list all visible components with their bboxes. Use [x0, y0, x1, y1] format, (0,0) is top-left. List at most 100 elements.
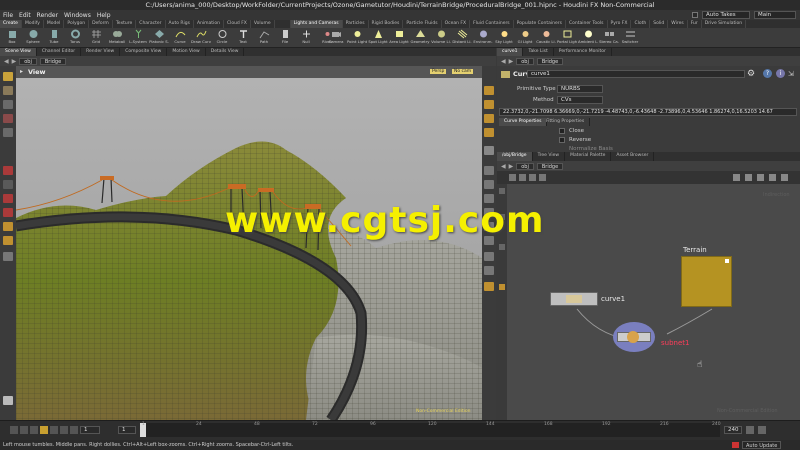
forward-arrow-icon[interactable]: ▶: [509, 163, 514, 170]
tool-file[interactable]: File: [275, 29, 295, 47]
tile-view-icon[interactable]: [519, 174, 526, 181]
tool-gi-light[interactable]: GI Light: [515, 29, 535, 47]
camera-menu[interactable]: No cam: [452, 69, 474, 74]
shelf-tab-drive-simulation[interactable]: Drive Simulation: [702, 20, 747, 28]
primitive-type-dropdown[interactable]: NURBS: [557, 85, 603, 93]
end-frame-field[interactable]: 240: [724, 426, 742, 434]
auto-takes-checkbox[interactable]: [692, 12, 698, 18]
play-reverse-button[interactable]: [30, 426, 38, 434]
shelf-tab-create[interactable]: Create: [0, 20, 22, 28]
help-icon[interactable]: ?: [763, 69, 772, 78]
tab-fitting-properties[interactable]: Fitting Properties: [541, 118, 591, 126]
network-crumb-obj[interactable]: obj: [516, 162, 534, 170]
info-icon[interactable]: [3, 396, 13, 405]
tool-torus[interactable]: Torus: [65, 29, 85, 47]
shelf-tab-particles[interactable]: Particles: [343, 20, 369, 28]
shelf-tab-model[interactable]: Model: [44, 20, 65, 28]
auto-update-dropdown[interactable]: Auto Update: [742, 441, 782, 449]
path-crumb-bridge[interactable]: Bridge: [39, 57, 67, 65]
snap-icon[interactable]: [3, 166, 13, 175]
scale-tool-icon[interactable]: [3, 114, 13, 123]
shelf-tab-character[interactable]: Character: [136, 20, 166, 28]
shelf-tab-animation[interactable]: Animation: [194, 20, 224, 28]
list-view-icon[interactable]: [509, 174, 516, 181]
align-icon[interactable]: [745, 174, 752, 181]
shelf-tab-pyro-fx[interactable]: Pyro FX: [608, 20, 632, 28]
shelf-tab-rigid-bodies[interactable]: Rigid Bodies: [369, 20, 404, 28]
pivot-icon[interactable]: [3, 252, 13, 261]
tool-ambient-light[interactable]: Ambient L.: [578, 29, 598, 47]
tool-switcher[interactable]: Switcher: [620, 29, 640, 47]
shelf-tab-auto-rigs[interactable]: Auto Rigs: [166, 20, 194, 28]
menu-edit[interactable]: Edit: [16, 12, 34, 19]
frame-icon[interactable]: [769, 174, 776, 181]
shelf-tab-lights-cameras[interactable]: Lights and Cameras: [290, 20, 343, 28]
display-options-icon[interactable]: [484, 86, 494, 95]
tab-motion-view[interactable]: Motion View: [167, 48, 206, 56]
start-frame-field[interactable]: 1: [118, 426, 136, 434]
network-tool-icon[interactable]: [499, 188, 505, 194]
step-forward-button[interactable]: [60, 426, 68, 434]
desktop-dropdown[interactable]: Main: [754, 11, 796, 19]
network-option-icon[interactable]: [539, 174, 546, 181]
tool-tube[interactable]: Tube: [44, 29, 64, 47]
tool-sky-light[interactable]: Sky Light: [494, 29, 514, 47]
menu-render[interactable]: Render: [34, 12, 61, 19]
shelf-tab-solid[interactable]: Solid: [650, 20, 669, 28]
shelf-tab-populate-containers[interactable]: Populate Containers: [514, 20, 566, 28]
update-mode-icon[interactable]: [732, 442, 739, 448]
node-curve1[interactable]: [550, 292, 598, 306]
tab-take-list[interactable]: Take List: [523, 48, 554, 56]
reverse-checkbox[interactable]: [559, 137, 565, 143]
tab-composite-view[interactable]: Composite View: [120, 48, 168, 56]
forward-arrow-icon[interactable]: ▶: [509, 58, 514, 65]
coords-field[interactable]: 22.3732,0,-21.7098 6.36669,0,-21.7219 -4…: [499, 108, 797, 116]
info-icon[interactable]: i: [776, 69, 785, 78]
method-dropdown[interactable]: CVs: [557, 96, 603, 104]
back-arrow-icon[interactable]: ◀: [501, 58, 506, 65]
tab-network-obj-bridge[interactable]: /obj/Bridge: [497, 152, 533, 161]
tab-asset-browser[interactable]: Asset Browser: [611, 152, 655, 161]
tool-volume-light[interactable]: Volume Li.: [431, 29, 451, 47]
handle-tool-icon[interactable]: [3, 128, 13, 137]
wireframe-icon[interactable]: [484, 128, 494, 137]
node-terrain[interactable]: [681, 256, 732, 307]
jump-start-button[interactable]: [10, 426, 18, 434]
tool-draw-curve[interactable]: Draw Curve: [191, 29, 211, 47]
shelf-tab-ocean-fx[interactable]: Ocean FX: [442, 20, 471, 28]
tool-stereo-camera[interactable]: Stereo Ca.: [599, 29, 619, 47]
lighting-icon[interactable]: [484, 100, 494, 109]
menu-help[interactable]: Help: [94, 12, 114, 19]
layout-icon[interactable]: [733, 174, 740, 181]
normal-display-icon[interactable]: [484, 180, 494, 189]
tool-text[interactable]: Text: [233, 29, 253, 47]
tool-area-light[interactable]: Area Light: [389, 29, 409, 47]
shelf-tab-texture[interactable]: Texture: [113, 20, 137, 28]
keys-icon[interactable]: [758, 426, 766, 434]
node-name-field[interactable]: curve1: [527, 70, 745, 78]
camera-lock-icon[interactable]: [484, 282, 494, 291]
tab-scene-view[interactable]: Scene View: [0, 48, 37, 56]
point-display-icon[interactable]: [484, 166, 494, 175]
gear-icon[interactable]: ⚙: [747, 69, 755, 79]
tool-environment-light[interactable]: Environm.: [473, 29, 493, 47]
tab-curve1-params[interactable]: curve1: [497, 48, 524, 56]
shelf-tab-wires[interactable]: Wires: [668, 20, 688, 28]
tool-geometry-light[interactable]: Geometry: [410, 29, 430, 47]
step-back-button[interactable]: [20, 426, 28, 434]
close-checkbox[interactable]: [559, 128, 565, 134]
tool-sphere[interactable]: Sphere: [23, 29, 43, 47]
shelf-tab-volume[interactable]: Volume: [251, 20, 275, 28]
tab-render-view[interactable]: Render View: [81, 48, 121, 56]
node-subnet1[interactable]: [613, 322, 655, 352]
tab-performance-monitor[interactable]: Performance Monitor: [554, 48, 612, 56]
shelf-tab-fur[interactable]: Fur: [688, 20, 702, 28]
tool-lsystem[interactable]: L-System: [128, 29, 148, 47]
pose-tool-icon[interactable]: [3, 194, 13, 203]
tool-path[interactable]: Path: [254, 29, 274, 47]
menu-windows[interactable]: Windows: [61, 12, 94, 19]
tab-tree-view[interactable]: Tree View: [533, 152, 566, 161]
auto-takes-dropdown[interactable]: Auto Takes: [702, 11, 750, 19]
back-arrow-icon[interactable]: ◀: [4, 58, 9, 65]
tool-camera[interactable]: Camera: [326, 29, 346, 47]
